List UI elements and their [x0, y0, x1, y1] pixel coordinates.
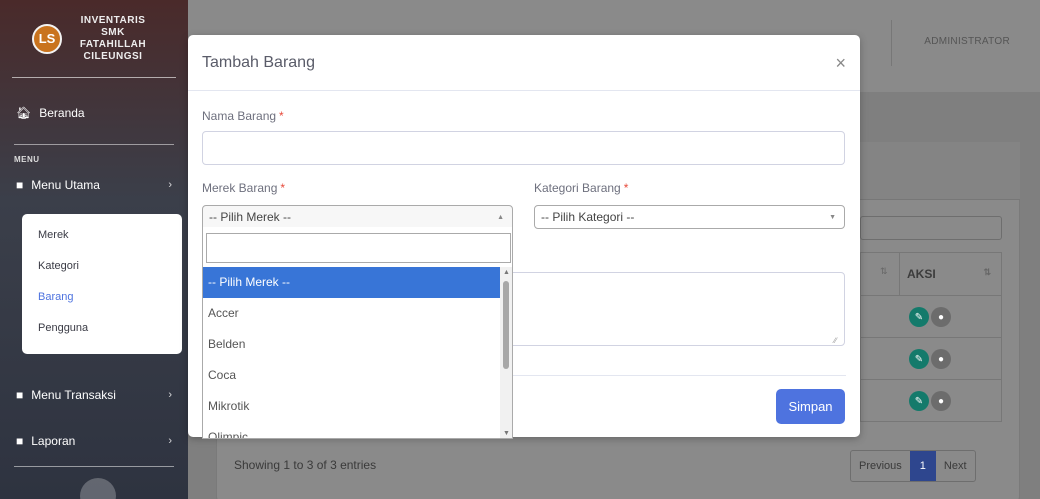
sidebar-heading: MENU — [14, 155, 40, 164]
brand-line: SMK FATAHILLAH — [79, 26, 147, 50]
table-search-input[interactable] — [860, 216, 1002, 240]
required-mark: * — [279, 109, 284, 123]
merek-selected-value: -- Pilih Merek -- — [209, 210, 292, 224]
chevron-down-icon: ▼ — [829, 213, 836, 221]
dropdown-search-input[interactable] — [206, 233, 511, 263]
required-mark: * — [280, 181, 286, 195]
column-header[interactable]: ⇅ — [860, 252, 900, 296]
sidebar-item-menu-transaksi[interactable]: ■ Menu Transaksi › — [0, 378, 188, 412]
dropdown-option[interactable]: Mikrotik — [203, 391, 501, 422]
label-text: Merek Barang — [202, 181, 278, 195]
logo-icon: LS — [32, 23, 62, 54]
scroll-thumb[interactable] — [503, 281, 509, 369]
brand-line: CILEUNGSI — [83, 50, 143, 62]
brand-line: INVENTARIS — [80, 14, 146, 26]
folder-icon: ■ — [16, 388, 24, 402]
sidebar-item-label: Menu Transaksi — [31, 388, 116, 402]
pagination: Previous 1 Next — [850, 450, 976, 482]
submenu-item-merek[interactable]: Merek — [22, 220, 182, 251]
next-button[interactable]: Next — [936, 451, 975, 481]
sidebar-item-menu-utama[interactable]: ■ Menu Utama › — [0, 168, 188, 202]
merek-barang-label: Merek Barang * — [202, 181, 285, 195]
edit-button[interactable]: ✎ — [909, 307, 929, 327]
previous-button[interactable]: Previous — [851, 451, 910, 481]
home-icon: 🏠︎ — [16, 106, 32, 120]
sidebar-item-beranda[interactable]: 🏠︎ Beranda — [0, 96, 188, 130]
nama-barang-label: Nama Barang * — [202, 109, 284, 123]
dropdown-option[interactable]: -- Pilih Merek -- — [203, 267, 501, 298]
label-text: Nama Barang — [202, 109, 277, 123]
submenu-item-pengguna[interactable]: Pengguna — [22, 313, 182, 344]
divider — [14, 466, 174, 467]
divider — [891, 20, 892, 66]
sidebar-item-label: Laporan — [31, 434, 76, 448]
chevron-up-icon: ▲ — [497, 213, 504, 221]
nama-barang-input[interactable] — [202, 131, 845, 165]
close-button[interactable]: × — [835, 54, 846, 72]
chevron-right-icon: › — [168, 179, 172, 191]
page-button[interactable]: 1 — [909, 451, 936, 481]
sort-icon: ⇅ — [880, 266, 888, 276]
lock-button[interactable]: ● — [931, 349, 951, 369]
scroll-up-icon[interactable]: ▲ — [503, 269, 510, 276]
submenu: Merek Kategori Barang Pengguna — [22, 214, 182, 354]
dropdown-scrollbar[interactable]: ▲ ▼ — [500, 267, 512, 438]
merek-dropdown: -- Pilih Merek -- Accer Belden Coca Mikr… — [202, 227, 513, 439]
folder-icon: ■ — [16, 178, 24, 192]
table-row: ✎ ● — [860, 296, 1002, 338]
label-text: Kategori Barang — [534, 181, 621, 195]
table-info: Showing 1 to 3 of 3 entries — [234, 458, 377, 472]
divider — [508, 375, 846, 376]
sidebar-item-label: Menu Utama — [31, 178, 100, 192]
chevron-right-icon: › — [168, 389, 172, 401]
brand[interactable]: LS INVENTARIS SMK FATAHILLAH CILEUNGSI — [12, 0, 176, 78]
lock-button[interactable]: ● — [931, 391, 951, 411]
column-header-label: AKSI — [907, 267, 936, 281]
kategori-barang-label: Kategori Barang * — [534, 181, 628, 195]
lock-button[interactable]: ● — [931, 307, 951, 327]
chevron-right-icon: › — [168, 435, 172, 447]
table-row: ✎ ● — [860, 380, 1002, 422]
scroll-down-icon[interactable]: ▼ — [503, 430, 510, 437]
resize-handle-icon[interactable]: ∕∕ — [834, 336, 837, 345]
submenu-item-barang[interactable]: Barang — [22, 282, 182, 313]
dropdown-option[interactable]: Accer — [203, 298, 501, 329]
required-mark: * — [623, 181, 629, 195]
sort-icon: ⇅ — [983, 267, 991, 277]
brand-text: INVENTARIS SMK FATAHILLAH CILEUNGSI — [70, 15, 156, 63]
dropdown-options: -- Pilih Merek -- Accer Belden Coca Mikr… — [203, 267, 501, 438]
edit-button[interactable]: ✎ — [909, 391, 929, 411]
user-menu[interactable]: ADMINISTRATOR — [924, 36, 1010, 47]
folder-icon: ■ — [16, 434, 24, 448]
merek-select[interactable]: -- Pilih Merek -- ▲ — [202, 205, 513, 229]
submenu-item-kategori[interactable]: Kategori — [22, 251, 182, 282]
sidebar-item-label: Beranda — [39, 106, 85, 120]
kategori-select[interactable]: -- Pilih Kategori -- ▼ — [534, 205, 845, 229]
modal-header: Tambah Barang × — [188, 35, 860, 91]
dropdown-option[interactable]: Coca — [203, 360, 501, 391]
kategori-selected-value: -- Pilih Kategori -- — [541, 210, 635, 224]
table-row: ✎ ● — [860, 338, 1002, 380]
save-button[interactable]: Simpan — [776, 389, 845, 424]
modal-title: Tambah Barang — [202, 53, 315, 71]
dropdown-option[interactable]: Olimpic — [203, 422, 501, 438]
edit-button[interactable]: ✎ — [909, 349, 929, 369]
dropdown-option[interactable]: Belden — [203, 329, 501, 360]
sidebar-item-laporan[interactable]: ■ Laporan › — [0, 424, 188, 458]
